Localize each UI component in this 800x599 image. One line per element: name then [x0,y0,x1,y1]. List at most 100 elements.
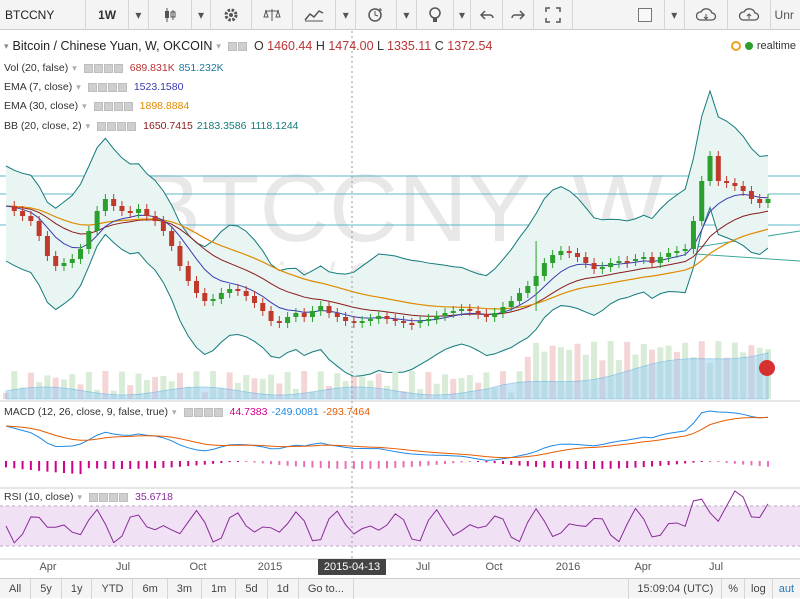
candle-body [583,257,589,263]
macd-histogram-bar [120,461,123,469]
ohlc-c-label: C [434,39,444,53]
study-legend-controls[interactable] [93,101,133,111]
candle-body [94,211,100,231]
study-legend-dropdown-icon[interactable]: ▾ [72,63,77,74]
macd-histogram-bar [593,461,596,469]
study-legend-controls[interactable] [87,82,127,92]
macd-histogram-bar [253,461,256,463]
candle-body [425,319,431,321]
ideas-dropdown-icon[interactable]: ▾ [454,0,472,30]
candle-body [434,316,440,319]
scale-option-button[interactable]: % [721,578,744,599]
candle-body [459,309,465,311]
range-button[interactable]: 1m [202,578,237,599]
candle-style-icon[interactable] [149,0,192,30]
candle-body [724,181,730,183]
macd-histogram-bar [750,461,753,466]
scale-option-button[interactable]: log [744,578,772,599]
macd-histogram-bar [328,461,331,469]
study-legend-dropdown-icon[interactable]: ▾ [76,82,81,93]
rsi-legend-dropdown-icon[interactable]: ▾ [77,492,82,503]
range-button[interactable]: 6m [133,578,168,599]
range-button[interactable]: All [0,578,32,599]
rsi-legend-controls[interactable] [88,492,128,502]
settings-gear-icon[interactable] [211,0,253,30]
interval-dropdown-icon[interactable]: ▾ [129,0,149,30]
candle-body [301,313,307,317]
style-dropdown-icon[interactable]: ▾ [192,0,212,30]
macd-histogram-bar [319,461,322,469]
macd-histogram-bar [29,461,32,471]
macd-histogram-bar [460,461,463,463]
fullscreen-icon[interactable] [534,0,574,30]
macd-histogram-bar [170,461,173,468]
macd-histogram-bar [303,461,306,468]
title-dropdown-icon[interactable]: ▾ [216,41,221,52]
macd-legend-controls[interactable] [183,407,223,417]
rsi-band [0,506,800,546]
study-legend-value: 1650.7415 [143,120,193,132]
alert-clock-icon[interactable] [356,0,398,30]
macd-histogram-bar [584,461,587,469]
candle-body [343,317,349,321]
range-button[interactable]: 3m [168,578,203,599]
candle-body [525,286,531,293]
candle-body [152,216,158,221]
study-legend-dropdown-icon[interactable]: ▾ [86,121,91,132]
macd-histogram-bar [129,461,132,469]
macd-histogram-bar [104,461,107,469]
macd-legend-dropdown-icon[interactable]: ▾ [172,407,177,418]
color-square-icon[interactable] [626,0,665,30]
chart-collapse-icon[interactable]: ▾ [4,41,9,52]
macd-histogram-bar [5,461,7,468]
macd-histogram-bar [468,461,471,462]
unnamed-layout-label[interactable]: Unr [771,0,800,30]
macd-histogram-bar [294,461,297,467]
ohlc-l-label: L [377,39,384,53]
interval-button[interactable]: 1W [86,0,130,30]
symbol-input[interactable]: BTCCNY [0,0,87,30]
candle-body [218,293,224,299]
candle-body [599,267,605,269]
indicators-icon[interactable] [293,0,337,30]
undo-icon[interactable] [471,0,503,30]
candle-body [260,303,266,311]
cloud-upload-icon[interactable] [728,0,771,30]
redo-icon[interactable] [503,0,534,30]
cloud-download-icon[interactable] [685,0,728,30]
range-button[interactable]: 1d [268,578,299,599]
macd-histogram-bar [220,461,223,464]
range-button[interactable]: Go to... [299,578,354,599]
indicators-dropdown-icon[interactable]: ▾ [336,0,356,30]
macd-histogram-bar [758,461,761,467]
study-legend-controls[interactable] [83,63,123,73]
candle-body [657,257,663,263]
realtime-label: realtime [756,40,796,52]
time-axis-label: Apr [39,561,57,573]
macd-histogram-bar [336,461,339,469]
series-controls[interactable] [227,41,247,51]
alert-marker-icon [759,360,775,376]
color-dropdown-icon[interactable]: ▾ [665,0,685,30]
macd-legend-value: 44.7383 [229,406,268,418]
candle-body [575,253,580,257]
chart-area[interactable]: BTCCNY, WBitcoin / Chinese Yuan ▾ Bitcoi… [0,31,800,575]
candle-body [475,311,481,314]
alert-dropdown-icon[interactable]: ▾ [397,0,417,30]
study-legend-dropdown-icon[interactable]: ▾ [82,101,87,112]
ohlc-values: O 1460.44 H 1474.00 L 1335.11 C 1372.54 [254,39,493,53]
main-series-legend: ▾ Bitcoin / Chinese Yuan, W, OKCOIN ▾ O … [4,39,492,53]
compare-scale-icon[interactable] [252,0,294,30]
ideas-bulb-icon[interactable] [417,0,454,30]
utc-clock[interactable]: 15:09:04 (UTC) [628,578,721,599]
range-button[interactable]: 5d [236,578,268,599]
candle-body [169,231,175,246]
ohlc-close: 1372.54 [447,39,493,53]
scale-option-button[interactable]: aut [771,578,800,599]
macd-histogram-bar [642,461,645,468]
study-legend-controls[interactable] [97,121,137,131]
range-button[interactable]: YTD [92,578,134,599]
range-button[interactable]: 1y [62,578,93,599]
range-button[interactable]: 5y [31,578,62,599]
